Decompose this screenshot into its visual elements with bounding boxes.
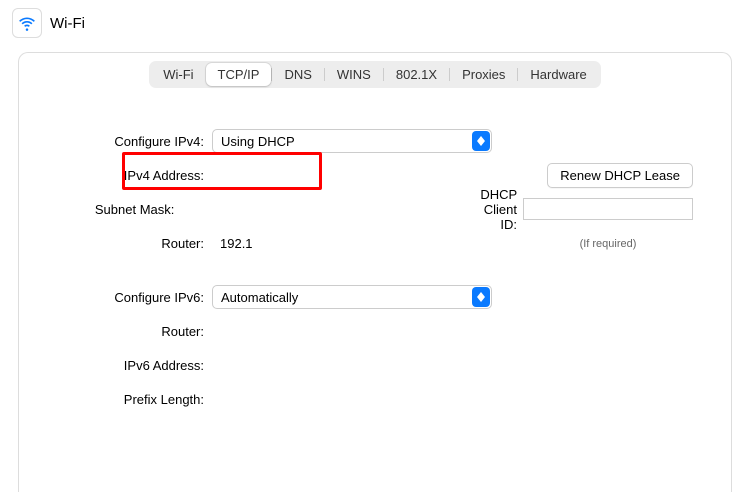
label-ipv4-router: Router: (47, 236, 212, 251)
label-prefix-length: Prefix Length: (47, 392, 212, 407)
label-configure-ipv6: Configure IPv6: (47, 290, 212, 305)
row-ipv6-address: IPv6 Address: (47, 350, 703, 380)
configure-ipv6-select[interactable]: Automatically (212, 285, 492, 309)
configure-ipv4-select[interactable]: Using DHCP (212, 129, 492, 153)
dhcp-client-id-hint: (If required) (523, 238, 693, 250)
row-ipv6-router: Router: (47, 316, 703, 346)
value-ipv4-router: 192.1 (212, 236, 253, 251)
tab-dns[interactable]: DNS (272, 63, 323, 86)
tab-wins[interactable]: WINS (325, 63, 383, 86)
row-ipv4-router: Router: 192.1 (If required) (47, 228, 703, 258)
configure-ipv6-select-wrap[interactable]: Automatically (212, 285, 492, 309)
tab-hardware[interactable]: Hardware (518, 63, 598, 86)
label-dhcp-client-id: DHCP Client ID: (480, 187, 517, 232)
page-title: Wi-Fi (50, 15, 85, 32)
wifi-icon (12, 8, 42, 38)
dhcp-client-id-group: DHCP Client ID: (480, 187, 693, 232)
tab-wifi[interactable]: Wi-Fi (151, 63, 205, 86)
label-configure-ipv4: Configure IPv4: (47, 134, 212, 149)
dhcp-client-id-input[interactable] (523, 198, 693, 220)
label-subnet-mask: Subnet Mask: (47, 202, 182, 217)
row-configure-ipv6: Configure IPv6: Automatically (47, 282, 703, 312)
label-ipv6-router: Router: (47, 324, 212, 339)
tab-tcpip[interactable]: TCP/IP (206, 63, 272, 86)
tab-bar: Wi-Fi TCP/IP DNS WINS 802.1X Proxies Har… (19, 53, 731, 88)
configure-ipv4-select-wrap[interactable]: Using DHCP (212, 129, 492, 153)
tab-proxies[interactable]: Proxies (450, 63, 517, 86)
content-panel: Wi-Fi TCP/IP DNS WINS 802.1X Proxies Har… (18, 52, 732, 492)
row-ipv4-address: IPv4 Address: Renew DHCP Lease (47, 160, 703, 190)
segmented-control: Wi-Fi TCP/IP DNS WINS 802.1X Proxies Har… (149, 61, 601, 88)
row-prefix-length: Prefix Length: (47, 384, 703, 414)
tab-8021x[interactable]: 802.1X (384, 63, 449, 86)
form-area: Configure IPv4: Using DHCP IPv4 Address: (19, 88, 731, 414)
label-ipv6-address: IPv6 Address: (47, 358, 212, 373)
row-configure-ipv4: Configure IPv4: Using DHCP (47, 126, 703, 156)
renew-dhcp-lease-button[interactable]: Renew DHCP Lease (547, 163, 693, 188)
redacted-box (220, 165, 340, 185)
window-header: Wi-Fi (0, 0, 750, 46)
label-ipv4-address: IPv4 Address: (47, 168, 212, 183)
redacted-box (190, 199, 310, 219)
row-subnet-mask: Subnet Mask: DHCP Client ID: (47, 194, 703, 224)
